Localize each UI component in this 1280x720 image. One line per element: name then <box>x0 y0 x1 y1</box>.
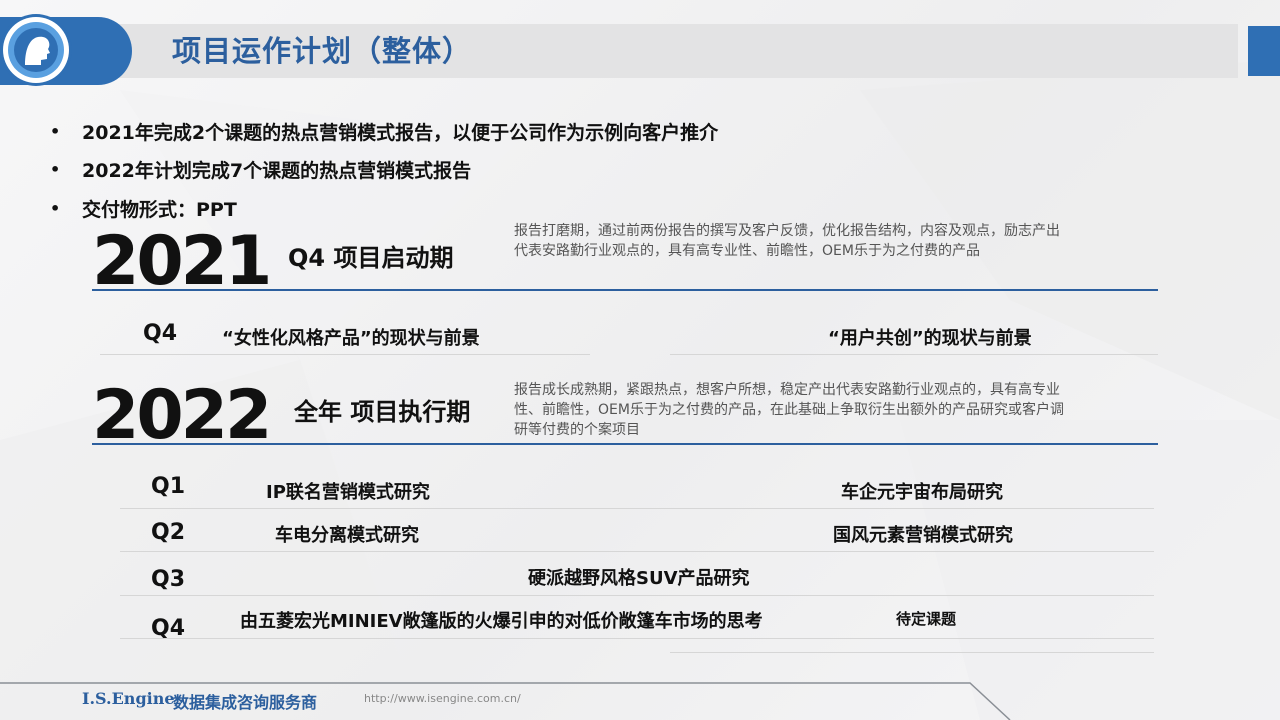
page-title: 项目运作计划（整体） <box>172 34 473 68</box>
row-divider <box>120 551 1154 552</box>
bullet-text: 2022年计划完成7个课题的热点营销模式报告 <box>82 160 472 183</box>
row-divider <box>670 354 1158 355</box>
quarter-label: Q4 <box>143 321 178 346</box>
topic-right: “用户共创”的现状与前景 <box>828 328 1032 349</box>
quarter-label: Q2 <box>151 520 186 545</box>
bullet-list: • 2021年完成2个课题的热点营销模式报告，以便于公司作为示例向客户推介 • 20… <box>50 112 718 228</box>
desc-2021: 报告打磨期，通过前两份报告的撰写及客户反馈，优化报告结构，内容及观点，励志产出 … <box>514 221 1154 261</box>
row-divider <box>120 508 1154 509</box>
bullet-item: • 2021年完成2个课题的热点营销模式报告，以便于公司作为示例向客户推介 <box>50 112 718 151</box>
row-divider <box>120 638 1154 639</box>
year-2021: 2021 <box>92 222 272 301</box>
phase-2021: Q4 项目启动期 <box>288 244 454 272</box>
divider-2021 <box>92 289 1158 291</box>
desc-line: 报告打磨期，通过前两份报告的撰写及客户反馈，优化报告结构，内容及观点，励志产出 <box>514 223 1060 239</box>
quarter-label: Q3 <box>151 567 186 592</box>
topic-left: 车电分离模式研究 <box>275 525 419 546</box>
topic-right: 待定课题 <box>896 610 957 628</box>
phase-2022: 全年 项目执行期 <box>294 398 471 426</box>
topic-right: 车企元宇宙布局研究 <box>841 482 1003 503</box>
bullet-item: • 2022年计划完成7个课题的热点营销模式报告 <box>50 151 718 190</box>
row-divider <box>670 652 1154 653</box>
topic-right: 国风元素营销模式研究 <box>833 525 1013 546</box>
row-divider <box>120 595 1154 596</box>
desc-line: 代表安路勤行业观点的，具有高专业性、前瞻性，OEM乐于为之付费的产品 <box>514 243 980 259</box>
divider-2022 <box>92 443 1158 445</box>
topic-left: 由五菱宏光MINIEV敞篷版的火爆引申的对低价敞篷车市场的思考 <box>240 611 763 632</box>
quarter-label: Q1 <box>151 474 186 499</box>
header-right-tab <box>1248 26 1280 76</box>
footer-url[interactable]: http://www.isengine.com.cn/ <box>364 692 521 705</box>
topic-left: “女性化风格产品”的现状与前景 <box>222 328 480 349</box>
topic-left: IP联名营销模式研究 <box>266 482 430 503</box>
desc-line: 研等付费的个案项目 <box>514 422 640 438</box>
desc-2022: 报告成长成熟期，紧跟热点，想客户所想，稳定产出代表安路勤行业观点的，具有高专业 … <box>514 380 1164 440</box>
topic-center: 硬派越野风格SUV产品研究 <box>528 568 750 589</box>
year-2022: 2022 <box>92 376 272 455</box>
bullet-text: 2021年完成2个课题的热点营销模式报告，以便于公司作为示例向客户推介 <box>82 121 719 144</box>
bullet-text: 交付物形式：PPT <box>82 198 237 221</box>
row-divider <box>100 354 590 355</box>
head-profile-logo-icon <box>3 17 69 83</box>
footer-subtitle: 数据集成咨询服务商 <box>173 693 318 712</box>
desc-line: 报告成长成熟期，紧跟热点，想客户所想，稳定产出代表安路勤行业观点的，具有高专业 <box>514 382 1060 398</box>
desc-line: 性、前瞻性，OEM乐于为之付费的产品，在此基础上争取衍生出额外的产品研究或客户调 <box>514 402 1064 418</box>
footer-brand: I.S.Engine <box>82 689 175 708</box>
